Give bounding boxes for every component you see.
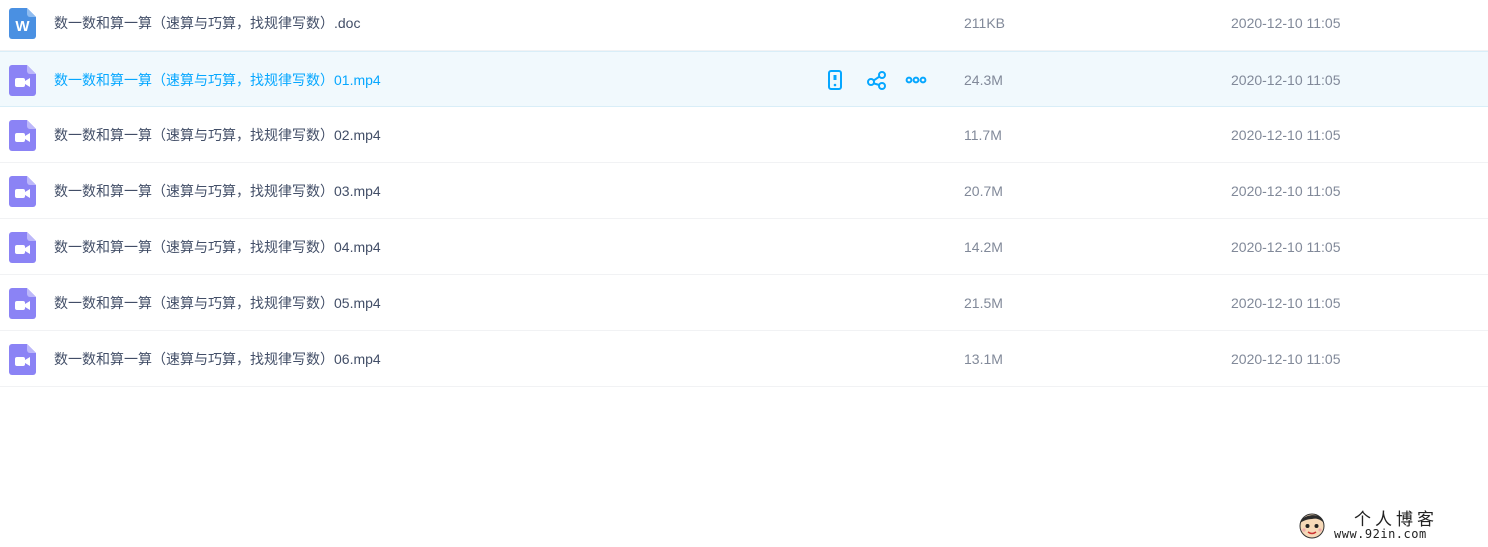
video-file-icon: [9, 120, 36, 151]
file-size: 11.7M: [964, 127, 1002, 143]
file-list: W 数一数和算一算（速算与巧算，找规律写数）.doc 211KB 2020-12…: [0, 0, 1488, 387]
file-size: 20.7M: [964, 183, 1003, 199]
cartoon-face-logo-icon: [1299, 513, 1325, 539]
file-name[interactable]: 数一数和算一算（速算与巧算，找规律写数）06.mp4: [54, 331, 381, 387]
share-icon[interactable]: [866, 69, 888, 91]
file-name[interactable]: 数一数和算一算（速算与巧算，找规律写数）04.mp4: [54, 219, 381, 275]
file-modified-time: 2020-12-10 11:05: [1231, 239, 1341, 255]
blog-watermark: 个人博客 www.92in.com: [1294, 505, 1484, 545]
svg-text:W: W: [15, 18, 30, 35]
file-modified-time: 2020-12-10 11:05: [1231, 72, 1341, 88]
more-icon[interactable]: [905, 69, 927, 91]
file-modified-time: 2020-12-10 11:05: [1231, 351, 1341, 367]
video-file-icon: [9, 65, 36, 96]
file-modified-time: 2020-12-10 11:05: [1231, 295, 1341, 311]
watermark-url: www.92in.com: [1334, 527, 1427, 541]
file-row[interactable]: 数一数和算一算（速算与巧算，找规律写数）02.mp4 11.7M 2020-12…: [0, 107, 1488, 163]
file-modified-time: 2020-12-10 11:05: [1231, 15, 1341, 31]
file-name[interactable]: 数一数和算一算（速算与巧算，找规律写数）02.mp4: [54, 107, 381, 163]
file-row[interactable]: W 数一数和算一算（速算与巧算，找规律写数）.doc 211KB 2020-12…: [0, 0, 1488, 51]
file-size: 211KB: [964, 15, 1005, 31]
video-file-icon: [9, 232, 36, 263]
file-modified-time: 2020-12-10 11:05: [1231, 183, 1341, 199]
phone-icon[interactable]: [824, 69, 846, 91]
file-size: 14.2M: [964, 239, 1003, 255]
word-doc-icon: W: [9, 8, 36, 39]
file-size: 24.3M: [964, 72, 1003, 88]
file-name[interactable]: 数一数和算一算（速算与巧算，找规律写数）.doc: [54, 0, 360, 51]
video-file-icon: [9, 288, 36, 319]
video-file-icon: [9, 344, 36, 375]
file-row[interactable]: 数一数和算一算（速算与巧算，找规律写数）01.mp4 24.3M 2020-12…: [0, 51, 1488, 107]
file-row[interactable]: 数一数和算一算（速算与巧算，找规律写数）06.mp4 13.1M 2020-12…: [0, 331, 1488, 387]
file-size: 21.5M: [964, 295, 1003, 311]
file-name[interactable]: 数一数和算一算（速算与巧算，找规律写数）05.mp4: [54, 275, 381, 331]
file-row[interactable]: 数一数和算一算（速算与巧算，找规律写数）05.mp4 21.5M 2020-12…: [0, 275, 1488, 331]
file-name[interactable]: 数一数和算一算（速算与巧算，找规律写数）01.mp4: [54, 52, 381, 108]
file-size: 13.1M: [964, 351, 1003, 367]
file-row[interactable]: 数一数和算一算（速算与巧算，找规律写数）03.mp4 20.7M 2020-12…: [0, 163, 1488, 219]
file-row[interactable]: 数一数和算一算（速算与巧算，找规律写数）04.mp4 14.2M 2020-12…: [0, 219, 1488, 275]
file-modified-time: 2020-12-10 11:05: [1231, 127, 1341, 143]
video-file-icon: [9, 176, 36, 207]
file-name[interactable]: 数一数和算一算（速算与巧算，找规律写数）03.mp4: [54, 163, 381, 219]
